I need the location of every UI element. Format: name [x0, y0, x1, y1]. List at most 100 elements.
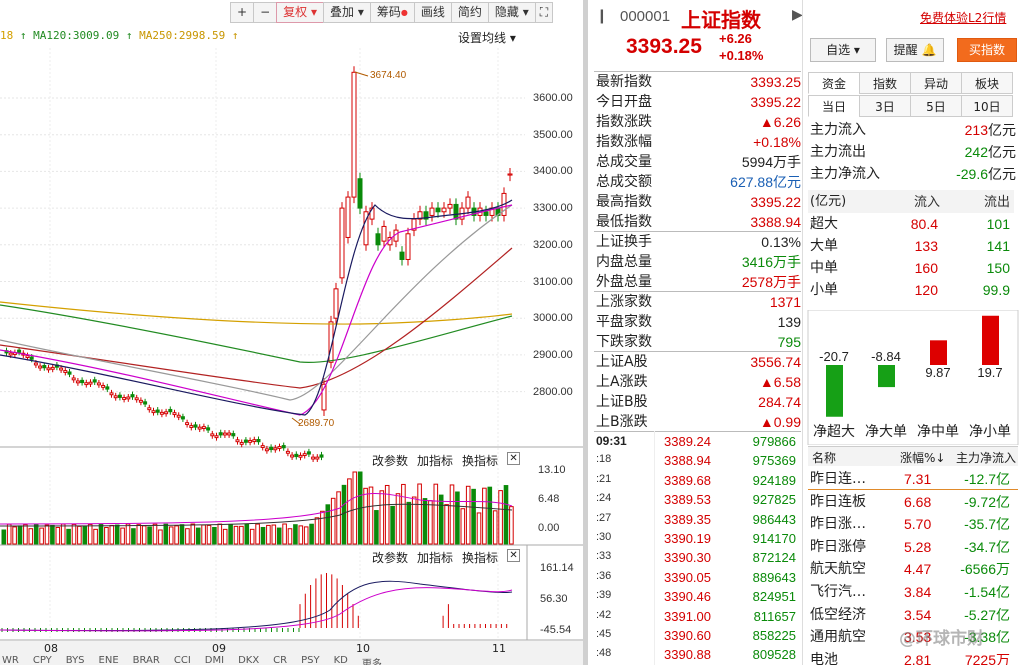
indicator-tab[interactable]: CPY [33, 655, 52, 665]
candle [151, 410, 156, 414]
volume-bar [147, 526, 152, 545]
next-stock-icon[interactable]: ▶ [792, 7, 802, 23]
sector-row[interactable]: 电池 2.81 7225万 [808, 649, 1018, 665]
tick-row: :21 3389.68 924189 [592, 473, 802, 493]
stat-value: +0.18% [753, 134, 801, 150]
sector-name-header[interactable]: 名称 [812, 449, 836, 466]
volume-bar [309, 523, 314, 545]
indicator-tab[interactable]: BRAR [133, 655, 160, 665]
stat-value: 5994万手 [741, 154, 801, 170]
tab-zhishu[interactable]: 指数 [859, 72, 911, 94]
tick-price: 3390.88 [664, 647, 711, 663]
sector-row[interactable]: 昨日涨… 5.70 -35.7亿 [808, 513, 1018, 535]
volume-bar [104, 526, 109, 545]
candle [429, 207, 435, 216]
add-watchlist-dropdown[interactable]: 自选 ▾ [810, 38, 876, 62]
volume-bar [320, 510, 325, 545]
tab-10day[interactable]: 10日 [961, 95, 1013, 117]
close-icon[interactable]: ✕ [507, 549, 521, 562]
tab-5day[interactable]: 5日 [910, 95, 962, 117]
tab-zijin[interactable]: 资金 [808, 72, 860, 94]
swap-indicator-button[interactable]: 换指标 [462, 452, 498, 469]
prev-stock-icon[interactable]: ❙ [596, 8, 608, 24]
tab-yidong[interactable]: 异动 [910, 72, 962, 94]
watermark: @环球市财 [899, 629, 984, 649]
price-axis-label: 2900.00 [533, 348, 573, 361]
indicator-tab[interactable]: PSY [301, 655, 320, 665]
tick-price: 3390.46 [664, 589, 711, 605]
candle [38, 365, 43, 369]
indicator-tab[interactable]: KD [334, 655, 348, 665]
stat-row: 今日开盘 3395.22 [596, 92, 801, 112]
sec-row: 大单 133 141 [808, 235, 1014, 258]
indicator-tab[interactable]: DKX [238, 655, 259, 665]
sector-row[interactable]: 航天航空 4.47 -6566万 [808, 558, 1018, 580]
stat-value: 3416万手 [741, 254, 801, 270]
candle [80, 379, 85, 384]
indicator-tab[interactable]: 更多 [362, 655, 382, 665]
candle [25, 355, 30, 359]
indicator-tab[interactable]: BYS [66, 655, 85, 665]
change-params-button[interactable]: 改参数 [372, 549, 408, 566]
indicator-tab[interactable]: CR [273, 655, 287, 665]
add-indicator-button[interactable]: 加指标 [417, 452, 453, 469]
tab-bankuai[interactable]: 板块 [961, 72, 1013, 94]
sector-row[interactable]: 昨日涨停 5.28 -34.7亿 [808, 536, 1018, 558]
candle [210, 433, 215, 437]
flow-label: 主力流入 [810, 122, 866, 138]
tab-today[interactable]: 当日 [808, 95, 860, 117]
sector-row[interactable]: 飞行汽… 3.84 -1.54亿 [808, 581, 1018, 603]
close-icon[interactable]: ✕ [507, 452, 521, 465]
alert-button[interactable]: 提醒 🔔 [886, 38, 944, 62]
sector-net-header[interactable]: 主力净流入 [956, 449, 1016, 466]
add-indicator-button[interactable]: 加指标 [417, 549, 453, 566]
volume-bar [23, 524, 28, 545]
tick-volume: 914170 [752, 531, 796, 546]
sector-pct-header[interactable]: 涨幅%↓ [900, 449, 945, 466]
swap-indicator-button[interactable]: 换指标 [462, 549, 498, 566]
flow-unit: 亿元 [988, 122, 1016, 138]
indicator-tab[interactable]: DMI [205, 655, 224, 665]
candle [227, 432, 232, 436]
volume-bar [77, 525, 82, 545]
stat-label: 平盘家数 [596, 314, 652, 330]
candle [88, 381, 93, 385]
net-flow-value: -8.84 [871, 349, 901, 364]
stat-label: 指数涨跌 [596, 114, 652, 130]
indicator-tab[interactable]: CCI [174, 655, 191, 665]
candle [201, 426, 206, 429]
volume-bar [417, 483, 422, 545]
candle [176, 414, 181, 418]
change-params-button[interactable]: 改参数 [372, 452, 408, 469]
kline-chart-panel[interactable]: + − 复权 ▾ 叠加 ▾ 筹码● 画线 简约 隐藏 ▾ ⛶ 18 ↑ MA12… [0, 0, 583, 665]
candle [113, 395, 118, 399]
candle [96, 382, 101, 386]
sec-row: 小单 120 99.9 [808, 279, 1014, 302]
candle [311, 456, 316, 460]
stat-label: 下跌家数 [596, 334, 652, 350]
candle [333, 288, 339, 319]
stat-label: 最新指数 [596, 74, 652, 90]
volume-bar [228, 523, 233, 545]
indicator-tab[interactable]: WR [2, 655, 19, 665]
free-l2-link[interactable]: 免费体验L2行情 [920, 9, 1006, 26]
flow-row: 主力净流入 -29.6亿元 [810, 163, 1016, 185]
macd-axis-label: 56.30 [540, 593, 568, 605]
sector-row[interactable]: 低空经济 3.54 -5.27亿 [808, 604, 1018, 626]
volume-bar [152, 523, 158, 545]
candle [75, 380, 80, 384]
sector-row[interactable]: 昨日连… 7.31 -12.7亿 [808, 468, 1018, 490]
candle [298, 454, 303, 458]
sector-row[interactable]: 昨日连板 6.68 -9.72亿 [808, 491, 1018, 513]
buy-index-button[interactable]: 买指数 [957, 38, 1017, 62]
sec-inflow: 120 [914, 282, 938, 298]
price-axis-label: 3000.00 [533, 312, 573, 325]
dif-line [0, 580, 513, 632]
volume-bar [158, 529, 163, 545]
sector-net: -5.27亿 [964, 606, 1010, 623]
volume-bar [12, 526, 17, 545]
candle [294, 453, 299, 458]
tab-3day[interactable]: 3日 [859, 95, 911, 117]
indicator-tab[interactable]: ENE [99, 655, 119, 665]
tick-row: :30 3390.19 914170 [592, 531, 802, 551]
